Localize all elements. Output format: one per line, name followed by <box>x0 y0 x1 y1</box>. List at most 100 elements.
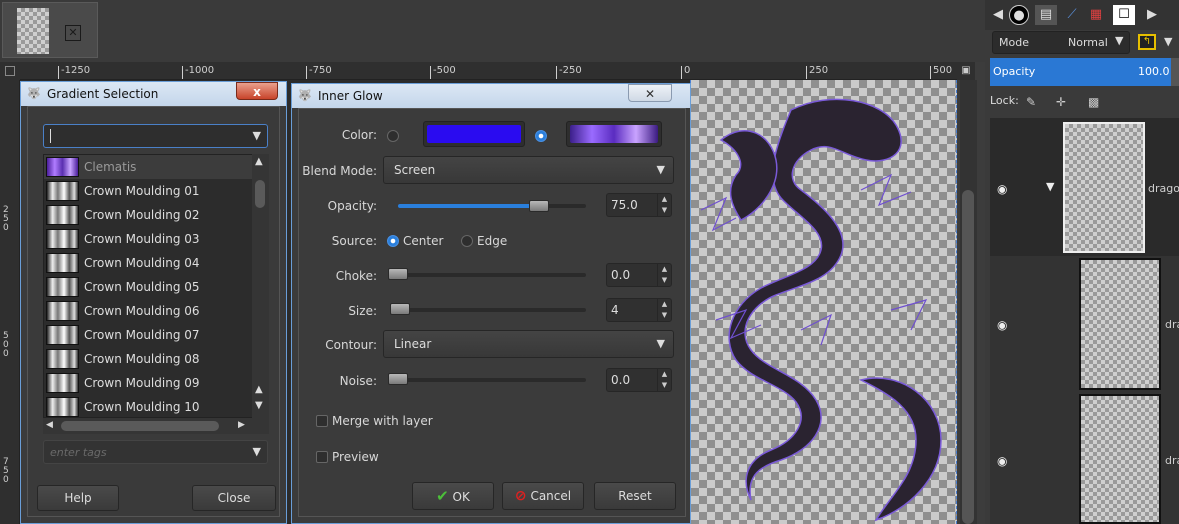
close-icon[interactable]: ✕ <box>628 84 672 102</box>
layer-row[interactable]: ◉ ▼ dragon <box>990 118 1179 256</box>
layer-thumbnail <box>1063 122 1145 253</box>
spinner-arrows-icon[interactable]: ▲ ▼ <box>657 264 671 286</box>
layer-row[interactable]: ◉ dra <box>990 256 1179 392</box>
gradient-name: Crown Moulding 01 <box>84 184 200 198</box>
gradient-color-button[interactable] <box>566 121 662 147</box>
ok-button[interactable]: ✔ OK <box>412 482 494 510</box>
list-item[interactable]: Crown Moulding 03 <box>44 227 254 251</box>
size-spinner[interactable]: 4 ▲ ▼ <box>606 298 672 322</box>
lock-alpha-icon[interactable]: ▩ <box>1088 95 1099 109</box>
scrollbar-thumb[interactable] <box>962 190 974 524</box>
gradient-swatch <box>46 301 79 321</box>
layer-row[interactable]: ◉ dra <box>990 392 1179 524</box>
spinner-arrows-icon[interactable]: ▲ ▼ <box>657 299 671 321</box>
list-vertical-scrollbar[interactable]: ▲ ▲ ▼ <box>252 154 269 418</box>
merge-checkbox[interactable] <box>316 415 328 427</box>
dialog-titlebar[interactable]: 🐺 Gradient Selection x <box>21 82 286 106</box>
color-solid-radio[interactable] <box>387 130 399 142</box>
color-gradient-radio[interactable] <box>535 130 547 142</box>
gradient-swatch <box>46 325 79 345</box>
image-canvas[interactable] <box>690 80 957 524</box>
tags-input[interactable]: enter tags ▼ <box>43 440 268 464</box>
layers-tab-icon[interactable]: ▤ <box>1035 5 1057 25</box>
ruler-tick: -250 <box>556 66 582 79</box>
dock-tab-bar: ◀ ● ▤ ⟋ ▦ ☐ ▶ <box>985 0 1179 30</box>
slider-knob[interactable] <box>388 373 408 385</box>
scrollbar-thumb[interactable] <box>255 180 265 208</box>
gradient-swatch <box>46 253 79 273</box>
opacity-slider[interactable] <box>398 204 586 208</box>
list-item[interactable]: Crown Moulding 07 <box>44 323 254 347</box>
slider-knob[interactable] <box>390 303 410 315</box>
contour-select[interactable]: Linear ▼ <box>383 330 674 358</box>
source-edge-radio[interactable] <box>461 235 473 247</box>
eye-icon[interactable]: ◉ <box>997 318 1007 332</box>
slider-knob[interactable] <box>529 200 549 212</box>
scroll-down-icon[interactable]: ▼ <box>255 400 263 411</box>
lock-pixels-icon[interactable]: ✎ <box>1026 95 1036 109</box>
chevron-left-icon[interactable]: ◀ <box>987 5 1009 25</box>
list-item[interactable]: Crown Moulding 04 <box>44 251 254 275</box>
vertical-ruler[interactable]: 2 5 0 5 0 0 7 5 0 <box>0 80 20 524</box>
blend-mode-select[interactable]: Screen ▼ <box>383 156 674 184</box>
brush-icon[interactable]: ● <box>1009 5 1029 25</box>
cancel-button[interactable]: ⊘ Cancel <box>502 482 584 510</box>
horizontal-ruler[interactable]: -1250 -1000 -750 -500 -250 0 250 500 <box>20 62 957 80</box>
scroll-right-icon[interactable]: ▶ <box>238 420 245 430</box>
source-center-radio[interactable] <box>387 235 399 247</box>
inner-glow-dialog: 🐺 Inner Glow ✕ Color: Blend Mode: Screen… <box>291 83 691 524</box>
list-item[interactable]: Crown Moulding 09 <box>44 371 254 395</box>
lock-label: Lock: <box>990 94 1019 107</box>
opacity-spinner[interactable] <box>1171 58 1179 86</box>
list-item[interactable]: Crown Moulding 02 <box>44 203 254 227</box>
scroll-left-icon[interactable]: ◀ <box>46 420 53 430</box>
scroll-up-icon[interactable]: ▲ <box>255 384 263 395</box>
choke-spinner[interactable]: 0.0 ▲ ▼ <box>606 263 672 287</box>
slider-knob[interactable] <box>388 268 408 280</box>
scrollbar-thumb[interactable] <box>61 421 219 431</box>
gradient-name: Crown Moulding 09 <box>84 376 200 390</box>
list-item[interactable]: Crown Moulding 01 <box>44 179 254 203</box>
list-item[interactable]: Crown Moulding 10 <box>44 395 254 417</box>
reset-button[interactable]: Reset <box>594 482 676 510</box>
preview-checkbox[interactable] <box>316 451 328 463</box>
dialog-titlebar[interactable]: 🐺 Inner Glow ✕ <box>292 84 690 108</box>
expand-triangle-icon[interactable]: ▼ <box>1046 180 1054 193</box>
eye-icon[interactable]: ◉ <box>997 182 1007 196</box>
channels-icon[interactable]: ▦ <box>1085 5 1107 25</box>
gradient-list[interactable]: Clematis Crown Moulding 01 Crown Mouldin… <box>43 154 269 418</box>
close-button[interactable]: Close <box>192 485 276 511</box>
help-button[interactable]: Help <box>37 485 119 511</box>
mode-switch-button[interactable]: ↰ ▼ <box>1136 31 1179 55</box>
noise-spinner[interactable]: 0.0 ▲ ▼ <box>606 368 672 392</box>
solid-color-button[interactable] <box>423 121 525 147</box>
mode-select[interactable]: Mode <box>992 31 1130 54</box>
scroll-up-icon[interactable]: ▲ <box>255 156 263 167</box>
gradient-filter-combo[interactable]: ▼ <box>43 124 268 148</box>
opacity-spinner[interactable]: 75.0 ▲ ▼ <box>606 193 672 217</box>
gradient-name: Crown Moulding 06 <box>84 304 200 318</box>
noise-slider[interactable] <box>398 378 586 382</box>
choke-slider[interactable] <box>398 273 586 277</box>
lock-position-icon[interactable]: ✛ <box>1056 95 1066 109</box>
size-label: Size: <box>348 304 377 318</box>
list-item[interactable]: Crown Moulding 05 <box>44 275 254 299</box>
gradient-name: Crown Moulding 04 <box>84 256 200 270</box>
list-horizontal-scrollbar[interactable]: ◀ ▶ <box>43 418 269 434</box>
close-icon[interactable]: x <box>236 82 278 100</box>
close-icon[interactable]: ✕ <box>65 25 81 41</box>
size-slider[interactable] <box>398 308 586 312</box>
zoom-nav-icon[interactable]: ▣ <box>957 62 975 80</box>
eye-icon[interactable]: ◉ <box>997 454 1007 468</box>
spinner-arrows-icon[interactable]: ▲ ▼ <box>657 369 671 391</box>
list-item[interactable]: Crown Moulding 06 <box>44 299 254 323</box>
ruler-corner-button[interactable] <box>0 62 20 80</box>
chevron-right-icon[interactable]: ▶ <box>1141 5 1163 25</box>
spinner-arrows-icon[interactable]: ▲ ▼ <box>657 194 671 216</box>
list-item[interactable]: Clematis <box>44 155 254 179</box>
gradient-swatch <box>46 277 79 297</box>
image-icon[interactable]: ☐ <box>1113 5 1135 25</box>
image-tab[interactable]: ✕ <box>2 2 98 58</box>
paths-icon[interactable]: ⟋ <box>1061 5 1083 25</box>
list-item[interactable]: Crown Moulding 08 <box>44 347 254 371</box>
